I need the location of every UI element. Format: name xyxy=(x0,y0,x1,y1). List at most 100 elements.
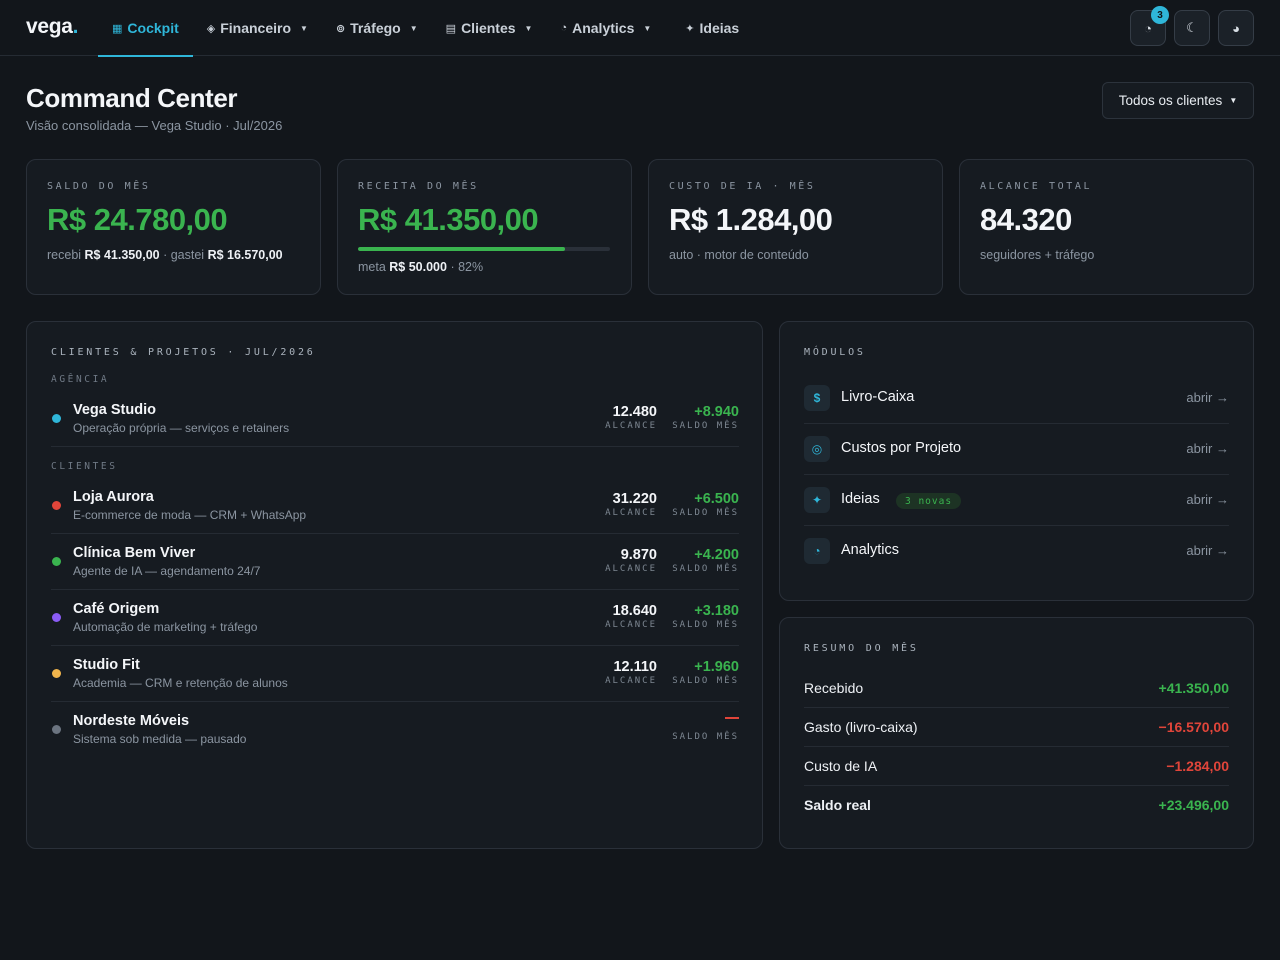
status-dot xyxy=(52,725,61,734)
client-saldo: Saldo mês xyxy=(672,715,739,742)
stat-value: R$ 24.780,00 xyxy=(47,202,228,237)
nav-item-trafego[interactable]: ⊚ Tráfego ▼ xyxy=(322,0,432,56)
nav-item-analytics[interactable]: ◔ Analytics ▼ xyxy=(546,0,665,56)
client-saldo: +6.500 Saldo mês xyxy=(672,491,739,518)
summary-value: +23.496,00 xyxy=(1158,797,1229,813)
nav-item-ideias[interactable]: ✦ Ideias xyxy=(671,0,753,56)
client-row-vega-studio[interactable]: Vega Studio Operação própria — serviços … xyxy=(51,397,739,447)
client-name: Clínica Bem Viver xyxy=(73,545,196,561)
client-name: Café Origem xyxy=(73,601,160,617)
nav-item-cockpit[interactable]: ▦ Cockpit xyxy=(98,0,193,57)
new-ideas-badge: 3 novas xyxy=(896,493,962,509)
clients-projects-panel: Clientes & Projetos · Jul/2026 Agência V… xyxy=(26,321,763,849)
module-row-analytics[interactable]: ◔ Analytics abrir → xyxy=(804,526,1229,577)
summary-label: Gasto (livro-caixa) xyxy=(804,719,918,735)
row-divider xyxy=(51,533,739,534)
summary-row-saldo-real: Saldo real +23.496,00 xyxy=(804,786,1229,825)
chevron-down-icon: ▼ xyxy=(409,23,418,33)
sparkle-icon: ✦ xyxy=(685,22,695,35)
monthly-summary-panel: Resumo do mês Recebido +41.350,00 Gasto … xyxy=(779,617,1254,849)
page-subtitle: Visão consolidada — Vega Studio · Jul/20… xyxy=(26,118,283,133)
nav-item-label: Analytics xyxy=(572,20,635,36)
target-icon: ⊚ xyxy=(335,22,346,35)
module-row-custos-projeto[interactable]: ◎ Custos por Projeto abrir → xyxy=(804,424,1229,475)
client-reach: 18.640 Alcance xyxy=(605,603,657,630)
open-module-link[interactable]: abrir → xyxy=(1186,390,1229,405)
contrast-toggle-button[interactable]: ◕ xyxy=(1218,10,1254,46)
module-name: Ideias xyxy=(841,491,880,507)
modules-panel: Módulos $ Livro-Caixa abrir → ◎ Custos p… xyxy=(779,321,1254,601)
contrast-icon: ◕ xyxy=(1232,20,1240,36)
summary-row-recebido: Recebido +41.350,00 xyxy=(804,669,1229,708)
row-divider xyxy=(51,645,739,646)
client-row-nordeste-moveis[interactable]: Nordeste Móveis Sistema sob medida — pau… xyxy=(51,708,739,758)
summary-label: Saldo real xyxy=(804,797,871,813)
top-navigation: vega. ▦ Cockpit ◈ Financeiro ▼ ⊚ Tráfego… xyxy=(0,0,1280,57)
section-label-agency: Agência xyxy=(51,374,110,385)
panel-title: Módulos xyxy=(804,347,866,358)
client-saldo: +3.180 Saldo mês xyxy=(672,603,739,630)
grid-icon: ▦ xyxy=(112,22,123,35)
stat-label: Custo de IA · mês xyxy=(669,181,816,192)
status-dot xyxy=(52,501,61,510)
client-row-clinica-bem-viver[interactable]: Clínica Bem Viver Agente de IA — agendam… xyxy=(51,540,739,590)
stat-footnote: recebi R$ 41.350,00 · gastei R$ 16.570,0… xyxy=(47,248,283,262)
nav-item-financeiro[interactable]: ◈ Financeiro ▼ xyxy=(193,0,322,56)
sparkle-icon: ✦ xyxy=(804,487,830,513)
stat-label: Alcance total xyxy=(980,181,1093,192)
stat-value: R$ 1.284,00 xyxy=(669,202,833,237)
stat-card-custo-ia: Custo de IA · mês R$ 1.284,00 auto · mot… xyxy=(648,159,943,295)
client-saldo: +8.940 Saldo mês xyxy=(672,404,739,431)
stat-value: R$ 41.350,00 xyxy=(358,202,539,237)
open-module-link[interactable]: abrir → xyxy=(1186,543,1229,558)
summary-value: +41.350,00 xyxy=(1158,680,1229,696)
client-saldo: +1.960 Saldo mês xyxy=(672,659,739,686)
stat-footnote: seguidores + tráfego xyxy=(980,248,1095,262)
client-saldo: +4.200 Saldo mês xyxy=(672,547,739,574)
client-description: Sistema sob medida — pausado xyxy=(73,732,247,746)
summary-label: Custo de IA xyxy=(804,758,878,774)
list-icon: ▤ xyxy=(445,22,457,35)
client-row-loja-aurora[interactable]: Loja Aurora E-commerce de moda — CRM + W… xyxy=(51,484,739,534)
client-row-studio-fit[interactable]: Studio Fit Academia — CRM e retenção de … xyxy=(51,652,739,702)
brand-logo[interactable]: vega. xyxy=(26,15,78,39)
section-label-clients: Clientes xyxy=(51,461,118,472)
row-divider xyxy=(51,701,739,702)
open-module-link[interactable]: abrir → xyxy=(1186,441,1229,456)
status-dot xyxy=(52,613,61,622)
dollar-icon: $ xyxy=(804,385,830,411)
row-divider xyxy=(51,589,739,590)
client-reach: 31.220 Alcance xyxy=(605,491,657,518)
chevron-down-icon: ▼ xyxy=(643,23,652,33)
stat-card-saldo: Saldo do mês R$ 24.780,00 recebi R$ 41.3… xyxy=(26,159,321,295)
nav-item-label: Cockpit xyxy=(127,20,179,36)
stat-footnote: auto · motor de conteúdo xyxy=(669,248,809,262)
summary-value: −1.284,00 xyxy=(1166,758,1229,774)
client-filter-select[interactable]: Todos os clientes ▼ xyxy=(1102,82,1254,119)
client-description: Automação de marketing + tráfego xyxy=(73,620,258,634)
module-row-livro-caixa[interactable]: $ Livro-Caixa abrir → xyxy=(804,373,1229,424)
client-reach: 12.480 Alcance xyxy=(605,404,657,431)
stat-card-alcance: Alcance total 84.320 seguidores + tráfeg… xyxy=(959,159,1254,295)
summary-label: Recebido xyxy=(804,680,864,696)
notifications-button[interactable]: ◔ 3 xyxy=(1130,6,1169,46)
stat-label: Receita do mês xyxy=(358,181,479,192)
client-name: Vega Studio xyxy=(73,402,156,418)
pie-chart-icon: ◔ xyxy=(804,538,830,564)
status-dot xyxy=(52,414,61,423)
open-module-link[interactable]: abrir → xyxy=(1186,492,1229,507)
goal-progress-fill xyxy=(358,247,565,251)
stat-card-receita: Receita do mês R$ 41.350,00 meta R$ 50.0… xyxy=(337,159,632,295)
moon-icon: ☾ xyxy=(1186,20,1198,35)
nav-item-clientes[interactable]: ▤ Clientes ▼ xyxy=(432,0,547,56)
panel-title: Clientes & Projetos · Jul/2026 xyxy=(51,347,316,358)
target-icon: ◎ xyxy=(804,436,830,462)
module-name: Custos por Projeto xyxy=(841,440,962,456)
client-row-cafe-origem[interactable]: Café Origem Automação de marketing + trá… xyxy=(51,596,739,646)
client-reach: 9.870 Alcance xyxy=(605,547,657,574)
chevron-down-icon: ▼ xyxy=(1229,96,1238,105)
client-description: Agente de IA — agendamento 24/7 xyxy=(73,564,261,578)
module-row-ideias[interactable]: ✦ Ideias 3 novas abrir → xyxy=(804,475,1229,526)
row-divider xyxy=(51,446,739,447)
theme-toggle-button[interactable]: ☾ xyxy=(1174,10,1210,46)
